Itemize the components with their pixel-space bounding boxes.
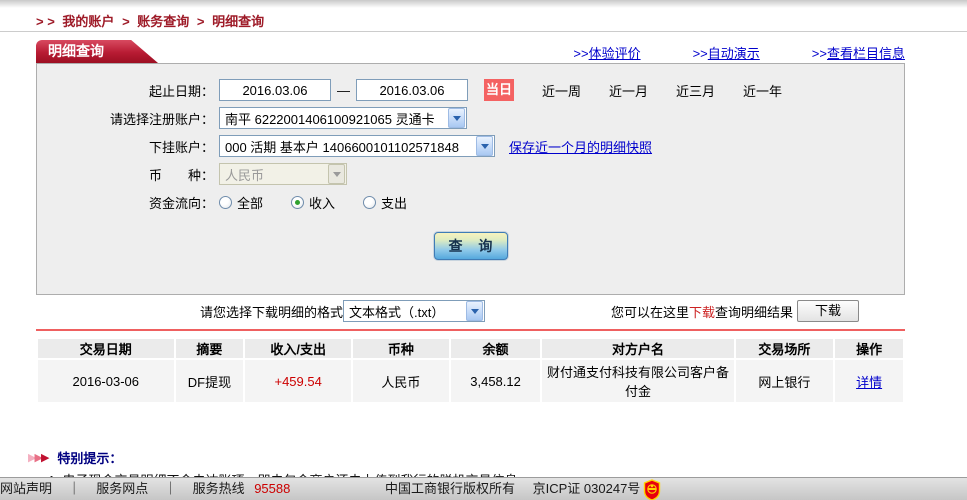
cell-action: 详情	[835, 360, 903, 402]
breadcrumb-detail-query[interactable]: 明细查询	[212, 14, 264, 29]
query-form-panel: 起止日期： — 当日 近一周 近一月 近三月 近一年 请选择注册账户： 南平 6…	[36, 63, 905, 295]
chevron-down-icon	[466, 301, 484, 321]
date-from-input[interactable]	[219, 79, 331, 101]
breadcrumb-prefix: > >	[36, 14, 55, 29]
header-links: >>体验评价 >>自动演示 >>查看栏目信息	[573, 43, 905, 62]
chevron-down-icon	[448, 108, 465, 128]
col-channel: 交易场所	[735, 339, 834, 358]
link-experience-rating[interactable]: >>体验评价	[573, 43, 640, 62]
footer-icp: 京ICP证 030247号	[532, 481, 641, 496]
detail-link[interactable]: 详情	[856, 375, 882, 390]
today-button[interactable]: 当日	[484, 79, 514, 101]
download-hint-emphasis: 下载	[688, 304, 715, 320]
radio-circle-icon[interactable]	[291, 195, 305, 209]
tab-row: 明细查询 >>体验评价 >>自动演示 >>查看栏目信息	[36, 40, 905, 63]
main-content: 明细查询 >>体验评价 >>自动演示 >>查看栏目信息 起止日期： — 当日 近…	[28, 40, 905, 489]
download-format-select[interactable]: 文本格式（.txt）	[343, 300, 486, 322]
breadcrumb-my-account[interactable]: 我的账户	[62, 14, 114, 29]
date-range-dash: —	[337, 82, 350, 98]
download-format-label: 请您选择下载明细的格式	[200, 304, 344, 320]
police-shield-badge-icon[interactable]	[643, 479, 661, 500]
date-range-label: 起止日期：	[148, 83, 214, 99]
cell-balance: 3,458.12	[450, 360, 541, 402]
cell-currency: 人民币	[353, 360, 449, 402]
col-currency: 币种	[353, 339, 449, 358]
footer-copyright: 中国工商银行版权所有	[385, 481, 516, 496]
cell-amount: +459.54	[245, 360, 352, 402]
currency-select-disabled: 人民币	[219, 163, 347, 185]
chevron-down-icon	[328, 164, 345, 184]
query-button-row: 查 询	[37, 232, 904, 260]
chevron-down-icon	[476, 136, 493, 156]
cell-channel: 网上银行	[735, 360, 834, 402]
download-row: 请您选择下载明细的格式 文本格式（.txt） 您可以在这里下载查询明细结果 下载	[36, 297, 905, 325]
red-separator	[36, 329, 905, 331]
footer-site-statement-link[interactable]: 网站声明	[0, 481, 52, 496]
breadcrumb-account-query[interactable]: 账务查询	[137, 14, 189, 29]
transaction-table: 交易日期 摘要 收入/支出 币种 余额 对方户名 交易场所 操作 2016-03…	[36, 337, 905, 404]
table-header-row: 交易日期 摘要 收入/支出 币种 余额 对方户名 交易场所 操作	[38, 339, 903, 358]
quick-range-quarter[interactable]: 近三月	[676, 81, 715, 100]
cell-summary: DF提现	[175, 360, 244, 402]
save-snapshot-link[interactable]: 保存近一个月的明细快照	[509, 137, 652, 156]
breadcrumb: > > 我的账户 > 账务查询 > 明细查询	[36, 11, 268, 30]
sub-account-select[interactable]: 000 活期 基本户 1406600101102571848	[219, 135, 495, 157]
triple-arrow-icon: ▶▶▶	[28, 452, 50, 464]
radio-all[interactable]: 全部	[219, 193, 263, 212]
date-range-row: 起止日期： — 当日 近一周 近一月 近三月 近一年	[37, 76, 904, 104]
col-summary: 摘要	[175, 339, 244, 358]
download-button[interactable]: 下载	[797, 300, 859, 322]
tab-detail-query[interactable]: 明细查询	[36, 40, 158, 63]
footer-service-outlets-link[interactable]: 服务网点	[96, 481, 148, 496]
radio-circle-icon[interactable]	[219, 195, 232, 209]
link-auto-demo[interactable]: >>自动演示	[693, 43, 760, 62]
radio-expense[interactable]: 支出	[363, 193, 407, 212]
breadcrumb-separator: >	[122, 14, 130, 29]
download-hint: 您可以在这里下载查询明细结果	[610, 304, 793, 320]
query-button[interactable]: 查 询	[433, 232, 508, 260]
date-to-input[interactable]	[356, 79, 468, 101]
col-date: 交易日期	[38, 339, 174, 358]
col-action: 操作	[835, 339, 903, 358]
quick-range-year[interactable]: 近一年	[743, 81, 782, 100]
register-account-label: 请选择注册账户：	[109, 111, 214, 127]
sub-account-label: 下挂账户：	[148, 139, 214, 155]
notice-title: 特别提示：	[57, 451, 123, 466]
footer-hotline-label: 服务热线	[192, 481, 245, 496]
radio-income[interactable]: 收入	[291, 193, 335, 212]
table-row: 2016-03-06 DF提现 +459.54 人民币 3,458.12 财付通…	[38, 360, 903, 402]
fund-flow-row: 资金流向： 全部 收入 支出	[37, 188, 904, 216]
cell-counterparty: 财付通支付科技有限公司客户备付金	[542, 360, 734, 402]
quick-range-week[interactable]: 近一周	[542, 81, 581, 100]
radio-circle-icon[interactable]	[363, 195, 377, 209]
page-top-gradient	[0, 0, 967, 8]
currency-row: 币 种： 人民币	[37, 160, 904, 188]
fund-flow-options: 全部 收入 支出	[219, 193, 435, 212]
sub-account-row: 下挂账户： 000 活期 基本户 1406600101102571848 保存近…	[37, 132, 904, 160]
link-view-column-info[interactable]: >>查看栏目信息	[812, 43, 905, 62]
footer-hotline-number: 95588	[254, 481, 291, 496]
cell-date: 2016-03-06	[38, 360, 174, 402]
footer: 网站声明 ｜ 服务网点 ｜ 服务热线 95588 中国工商银行版权所有 京ICP…	[0, 477, 967, 500]
breadcrumb-divider	[0, 31, 967, 32]
currency-label: 币 种：	[148, 167, 214, 183]
quick-range-month[interactable]: 近一月	[609, 81, 648, 100]
breadcrumb-separator: >	[196, 14, 205, 29]
col-counterparty: 对方户名	[542, 339, 734, 358]
col-amount: 收入/支出	[245, 339, 352, 358]
fund-flow-label: 资金流向：	[148, 195, 214, 211]
register-account-select[interactable]: 南平 6222001406100921065 灵通卡	[219, 107, 467, 129]
register-account-row: 请选择注册账户： 南平 6222001406100921065 灵通卡	[37, 104, 904, 132]
col-balance: 余额	[450, 339, 541, 358]
